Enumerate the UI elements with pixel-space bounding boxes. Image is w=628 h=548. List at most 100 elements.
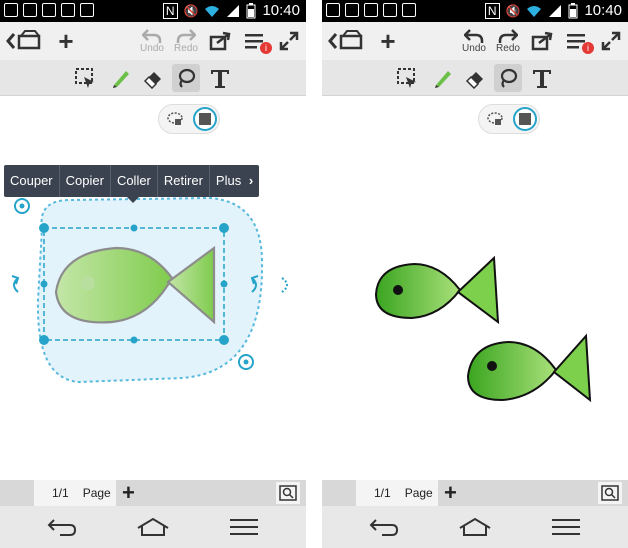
- wifi-icon: [527, 5, 542, 17]
- eraser-tool[interactable]: [461, 64, 489, 92]
- lasso-mode-icon: [167, 112, 183, 125]
- lasso-mode-option[interactable]: [163, 107, 187, 131]
- eraser-tool[interactable]: [139, 64, 167, 92]
- check-icon: [80, 3, 94, 17]
- home-icon: [459, 517, 491, 536]
- menu-button[interactable]: i: [240, 22, 272, 60]
- play-icon: [42, 3, 56, 17]
- share-button[interactable]: [528, 22, 556, 60]
- redo-label: Redo: [496, 43, 520, 54]
- hamburger-icon: [552, 519, 580, 535]
- drawing-canvas[interactable]: [322, 96, 628, 480]
- hamburger-icon: [230, 519, 258, 535]
- back-notebook-icon: [328, 30, 363, 50]
- back-nav-button[interactable]: [42, 514, 82, 540]
- page-tab[interactable]: 1/1 Page: [356, 480, 438, 506]
- page-zoom-button[interactable]: [276, 482, 300, 504]
- undo-button[interactable]: Undo: [136, 22, 168, 60]
- page-label: Page: [404, 486, 433, 500]
- undo-button[interactable]: Undo: [458, 22, 490, 60]
- pen-tool[interactable]: [107, 64, 135, 92]
- paste-menu-item[interactable]: Coller: [111, 165, 158, 197]
- add-button[interactable]: +: [52, 22, 80, 60]
- add-page-button[interactable]: +: [122, 480, 135, 506]
- back-nav-button[interactable]: [364, 514, 404, 540]
- lasso-icon: [178, 68, 196, 88]
- screen-divider: [306, 0, 322, 548]
- bag-icon: [345, 3, 359, 17]
- redo-button[interactable]: Redo: [170, 22, 202, 60]
- fish-drawing-1: [374, 255, 500, 325]
- text-icon: [211, 70, 229, 88]
- expand-icon: [279, 31, 299, 51]
- home-nav-button[interactable]: [455, 514, 495, 540]
- selection-mode-toggle[interactable]: [158, 104, 220, 134]
- navigation-bar: [0, 506, 306, 548]
- bag-icon: [61, 3, 75, 17]
- back-arrow-icon: [47, 519, 77, 536]
- fullscreen-button[interactable]: [276, 22, 302, 60]
- home-icon: [137, 517, 169, 536]
- add-page-button[interactable]: +: [444, 480, 457, 506]
- menu-button[interactable]: i: [562, 22, 594, 60]
- lasso-select-tool[interactable]: [71, 64, 99, 92]
- navigation-bar: [322, 506, 628, 548]
- back-notebook-button[interactable]: [4, 22, 44, 60]
- selection-overlay: [11, 196, 288, 384]
- zoom-page-icon: [279, 485, 297, 501]
- undo-label: Undo: [462, 43, 486, 54]
- share-icon: [209, 31, 231, 51]
- remove-menu-item[interactable]: Retirer: [158, 165, 210, 197]
- menu-nav-button[interactable]: [546, 514, 586, 540]
- add-button[interactable]: +: [374, 22, 402, 60]
- bag-icon: [23, 3, 37, 17]
- battery-icon: [568, 2, 578, 18]
- text-tool[interactable]: [528, 64, 556, 92]
- more-label: Plus: [215, 173, 242, 188]
- eraser-icon: [465, 72, 483, 89]
- redo-button[interactable]: Redo: [492, 22, 524, 60]
- copy-menu-item[interactable]: Copier: [60, 165, 111, 197]
- rectangle-mode-option[interactable]: [513, 107, 537, 131]
- pen-tool[interactable]: [429, 64, 457, 92]
- drawing-canvas[interactable]: [0, 96, 306, 480]
- page-zoom-button[interactable]: [598, 482, 622, 504]
- share-icon: [531, 31, 553, 51]
- text-tool[interactable]: [206, 64, 234, 92]
- rectangle-mode-icon: [199, 113, 211, 125]
- back-arrow-icon: [369, 519, 399, 536]
- mute-icon: 🔇: [505, 3, 521, 18]
- cut-menu-item[interactable]: Couper: [4, 165, 60, 197]
- selection-mode-toggle[interactable]: [478, 104, 540, 134]
- fullscreen-button[interactable]: [598, 22, 624, 60]
- pen-icon: [435, 71, 451, 88]
- clock: 10:40: [584, 2, 622, 19]
- lasso-select-icon: [75, 68, 94, 88]
- page-tab[interactable]: 1/1 Page: [34, 480, 116, 506]
- text-icon: [533, 70, 551, 88]
- more-menu-item[interactable]: Plus ›: [210, 165, 259, 197]
- signal-icon: [227, 4, 240, 17]
- pen-icon: [113, 71, 129, 88]
- home-nav-button[interactable]: [133, 514, 173, 540]
- signal-icon: [549, 4, 562, 17]
- context-menu: Couper Copier Coller Retirer Plus ›: [4, 165, 260, 197]
- screen-right-result: N 🔇 10:40 + Undo Redo i 1/1 Page +: [322, 0, 628, 548]
- lasso-mode-icon: [487, 112, 503, 125]
- page-bar: 1/1 Page +: [322, 480, 628, 506]
- share-button[interactable]: [206, 22, 234, 60]
- lasso-tool[interactable]: [172, 64, 200, 92]
- back-notebook-button[interactable]: [326, 22, 366, 60]
- undo-label: Undo: [140, 43, 164, 54]
- rectangle-mode-option[interactable]: [193, 107, 217, 131]
- redo-label: Redo: [174, 43, 198, 54]
- lasso-select-tool[interactable]: [393, 64, 421, 92]
- wifi-icon: [205, 5, 220, 17]
- menu-nav-button[interactable]: [224, 514, 264, 540]
- zoom-page-icon: [601, 485, 619, 501]
- lasso-mode-option[interactable]: [483, 107, 507, 131]
- lasso-icon: [500, 68, 518, 88]
- lasso-tool[interactable]: [494, 64, 522, 92]
- nfc-icon: N: [162, 2, 178, 19]
- main-toolbar: + Undo Redo i: [0, 22, 306, 60]
